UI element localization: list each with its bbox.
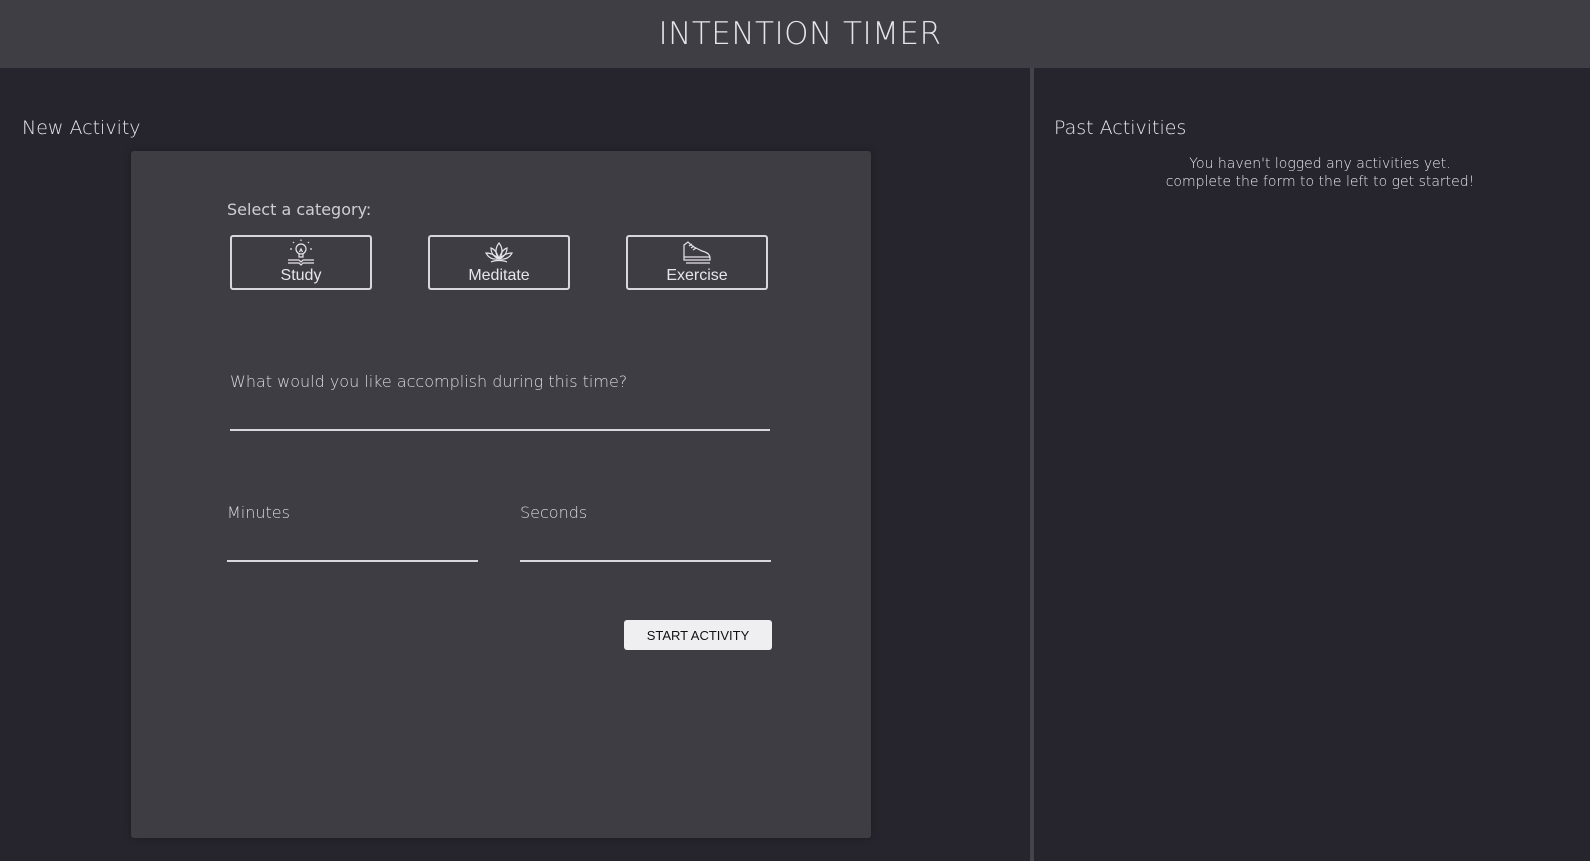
minutes-label: Minutes: [227, 503, 290, 522]
column-divider: [1030, 68, 1034, 861]
new-activity-form: Select a category: Study Meditate Exerci…: [131, 151, 871, 838]
empty-activities-message: You haven't logged any activities yet. c…: [1054, 155, 1586, 191]
description-label: What would you like accomplish during th…: [230, 372, 628, 391]
empty-message-line1: You haven't logged any activities yet.: [1189, 156, 1451, 172]
past-activities-title: Past Activities: [1054, 117, 1187, 139]
app-title: INTENTION TIMER: [658, 16, 942, 52]
meditate-label: Meditate: [468, 267, 530, 284]
start-activity-button[interactable]: START ACTIVITY: [624, 620, 772, 650]
new-activity-title: New Activity: [22, 117, 141, 139]
app-header: INTENTION TIMER: [0, 0, 1590, 68]
lotus-icon: [485, 242, 513, 263]
empty-message-line2: complete the form to the left to get sta…: [1165, 174, 1475, 190]
meditate-button[interactable]: Meditate: [428, 235, 570, 290]
sneaker-icon: [683, 241, 711, 264]
study-button[interactable]: Study: [230, 235, 372, 290]
seconds-label: Seconds: [520, 503, 588, 522]
exercise-button[interactable]: Exercise: [626, 235, 768, 290]
description-input[interactable]: [230, 401, 770, 431]
exercise-label: Exercise: [666, 267, 728, 284]
study-label: Study: [280, 267, 322, 284]
category-label: Select a category:: [227, 200, 372, 219]
minutes-input[interactable]: [227, 532, 478, 562]
seconds-input[interactable]: [520, 532, 771, 562]
lightbulb-book-icon: [288, 239, 314, 266]
